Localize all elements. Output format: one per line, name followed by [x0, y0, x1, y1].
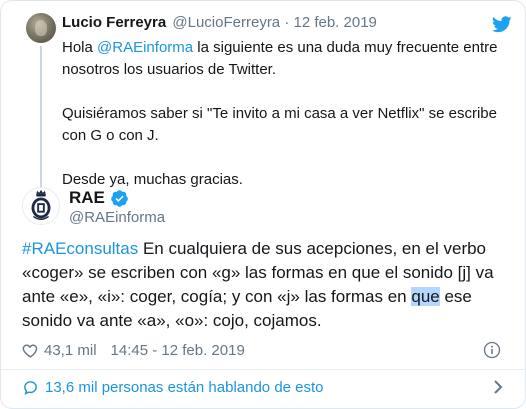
- parent-avatar[interactable]: [26, 13, 56, 43]
- twitter-bird-icon[interactable]: [492, 16, 512, 33]
- tweet-card: Lucio Ferreyra @LucioFerreyra · 12 feb. …: [0, 0, 526, 409]
- verified-badge-icon: [111, 189, 128, 207]
- conversation-label: 13,6 mil personas están hablando de esto: [45, 378, 324, 396]
- main-author-name[interactable]: RAE: [69, 188, 105, 208]
- main-author-handle[interactable]: @RAEinforma: [69, 209, 165, 227]
- heart-icon[interactable]: [22, 342, 39, 359]
- selected-word: que: [411, 287, 440, 306]
- parent-header: Lucio Ferreyra @LucioFerreyra · 12 feb. …: [62, 14, 377, 32]
- mention-link[interactable]: @RAEinforma: [97, 39, 193, 56]
- divider: [1, 369, 525, 370]
- tweet-meta-row: 43,1 mil 14:45 - 12 feb. 2019: [22, 340, 245, 360]
- hashtag-link[interactable]: #RAEconsultas: [22, 239, 138, 258]
- tweet-timestamp[interactable]: 14:45 - 12 feb. 2019: [111, 342, 245, 359]
- main-tweet-text: #RAEconsultas En cualquiera de sus acepc…: [22, 237, 506, 333]
- parent-tweet-text: Hola @RAEinforma la siguiente es una dud…: [62, 37, 502, 191]
- conversation-link[interactable]: 13,6 mil personas están hablando de esto: [22, 376, 505, 398]
- speech-bubble-icon: [24, 380, 37, 395]
- chevron-right-icon: [494, 380, 503, 394]
- like-count[interactable]: 43,1 mil: [44, 342, 97, 359]
- parent-author-name[interactable]: Lucio Ferreyra: [62, 14, 166, 31]
- rae-avatar[interactable]: [22, 187, 60, 225]
- parent-paragraph-2: Quisiéramos saber si "Te invito a mi cas…: [62, 105, 497, 144]
- parent-meta[interactable]: @LucioFerreyra · 12 feb. 2019: [172, 14, 377, 31]
- greeting: Hola: [62, 39, 93, 56]
- thread-line: [40, 46, 42, 188]
- info-icon[interactable]: [483, 341, 501, 359]
- main-author-row: RAE: [69, 188, 129, 208]
